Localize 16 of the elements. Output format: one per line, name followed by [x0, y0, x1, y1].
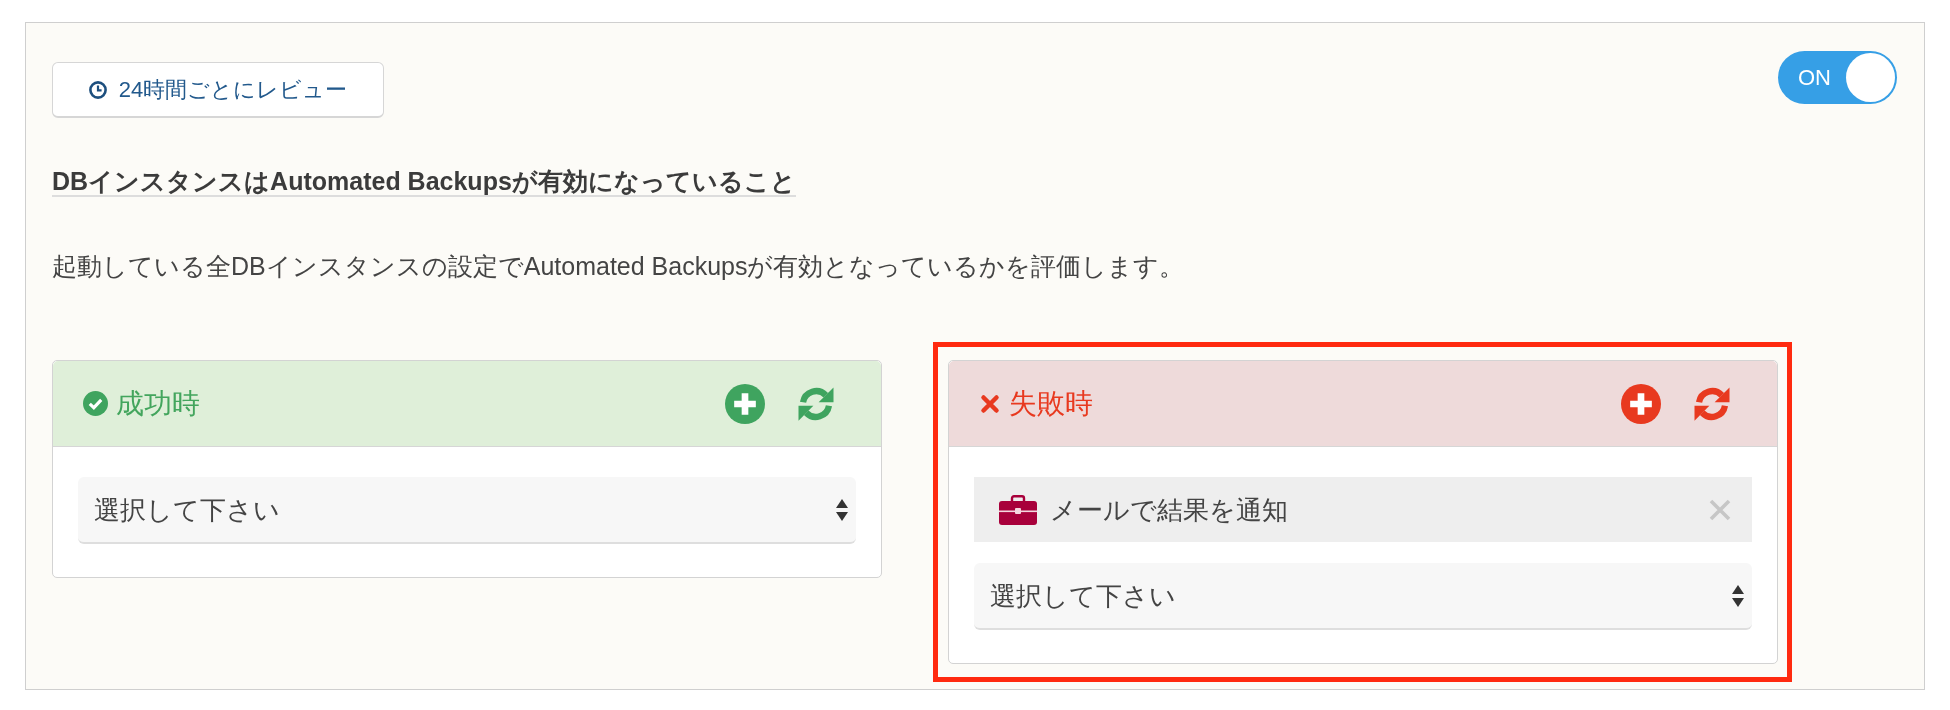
plus-circle-icon[interactable]: [725, 383, 765, 424]
select-dropdown[interactable]: 選択して下さい: [78, 477, 856, 544]
check-circle-icon: [83, 391, 108, 416]
sort-caret-icon: [835, 497, 849, 522]
sort-caret-icon: [1731, 583, 1745, 608]
review-button[interactable]: 24時間ごとにレビュー: [52, 62, 384, 118]
clock-icon: [88, 80, 107, 99]
select-dropdown[interactable]: 選択して下さい: [974, 563, 1752, 630]
plus-circle-icon[interactable]: [1621, 383, 1661, 424]
panel-title: 成功時: [116, 389, 200, 418]
rule-title: DBインスタンスはAutomated Backupsが有効になっていること: [52, 167, 796, 197]
x-mark-icon: [980, 393, 1000, 414]
briefcase-icon: [999, 494, 1037, 525]
panel-title: 失敗時: [1009, 389, 1093, 418]
rule-description: 起動している全DBインスタンスの設定でAutomated Backupsが有効となっているかを評価します。: [52, 251, 1185, 281]
action-label: メールで結果を通知: [1050, 496, 1288, 523]
